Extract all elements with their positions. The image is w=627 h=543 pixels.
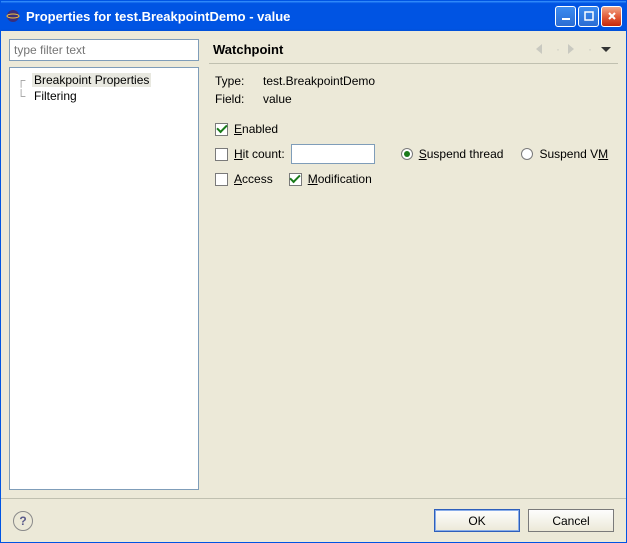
hitcount-label: Hit count: — [234, 147, 285, 161]
tree-item-filtering[interactable]: └ Filtering — [12, 88, 196, 104]
window-controls — [555, 6, 622, 27]
dot-separator: · — [588, 42, 592, 56]
cancel-button[interactable]: Cancel — [528, 509, 614, 532]
section-header: Watchpoint · · — [209, 39, 618, 64]
field-label: Field: — [215, 92, 257, 106]
back-icon[interactable] — [534, 41, 550, 57]
hitcount-checkbox[interactable] — [215, 148, 228, 161]
suspend-thread-radio[interactable] — [401, 148, 413, 160]
window-title: Properties for test.BreakpointDemo - val… — [26, 9, 555, 24]
button-bar: ? OK Cancel — [1, 498, 626, 542]
watchpoint-info: Type: test.BreakpointDemo Field: value — [209, 64, 618, 116]
filter-input[interactable] — [9, 39, 199, 61]
ok-button[interactable]: OK — [434, 509, 520, 532]
access-row: Access Modification — [215, 172, 612, 186]
minimize-button[interactable] — [555, 6, 576, 27]
tree-branch-icon: └ — [14, 89, 28, 103]
type-row: Type: test.BreakpointDemo — [215, 74, 612, 88]
suspend-thread-label: Suspend thread — [419, 147, 504, 161]
access-label: Access — [234, 172, 273, 186]
hitcount-row: Hit count: Suspend thread Suspend VM — [215, 144, 612, 164]
access-checkbox[interactable] — [215, 173, 228, 186]
titlebar[interactable]: Properties for test.BreakpointDemo - val… — [1, 1, 626, 31]
eclipse-icon — [5, 8, 21, 24]
suspend-vm-label: Suspend VM — [539, 147, 608, 161]
content-pane: Watchpoint · · Type: test.BreakpointDemo — [199, 39, 618, 490]
modification-checkbox[interactable] — [289, 173, 302, 186]
type-label: Type: — [215, 74, 257, 88]
enabled-row: Enabled — [215, 122, 612, 136]
forward-icon[interactable] — [566, 41, 582, 57]
menu-dropdown-icon[interactable] — [598, 41, 614, 57]
tree-branch-icon: ┌ — [14, 73, 28, 87]
field-value: value — [263, 92, 292, 106]
navigation-pane: ┌ Breakpoint Properties └ Filtering — [9, 39, 199, 490]
client-area: ┌ Breakpoint Properties └ Filtering Watc… — [1, 31, 626, 542]
watchpoint-form: Enabled Hit count: Suspend thread Suspen… — [209, 116, 618, 192]
field-row: Field: value — [215, 92, 612, 106]
type-value: test.BreakpointDemo — [263, 74, 375, 88]
tree-item-breakpoint-properties[interactable]: ┌ Breakpoint Properties — [12, 72, 196, 88]
enabled-checkbox[interactable] — [215, 123, 228, 136]
properties-dialog: Properties for test.BreakpointDemo - val… — [0, 0, 627, 543]
main-area: ┌ Breakpoint Properties └ Filtering Watc… — [1, 31, 626, 498]
suspend-vm-radio[interactable] — [521, 148, 533, 160]
history-nav: · · — [534, 41, 614, 57]
dot-separator: · — [556, 42, 560, 56]
close-button[interactable] — [601, 6, 622, 27]
category-tree[interactable]: ┌ Breakpoint Properties └ Filtering — [9, 67, 199, 490]
help-icon[interactable]: ? — [13, 511, 33, 531]
tree-item-label: Filtering — [32, 89, 79, 103]
section-title: Watchpoint — [213, 42, 534, 57]
enabled-label: Enabled — [234, 122, 278, 136]
maximize-button[interactable] — [578, 6, 599, 27]
tree-item-label: Breakpoint Properties — [32, 73, 151, 87]
modification-label: Modification — [308, 172, 372, 186]
hitcount-field[interactable] — [291, 144, 375, 164]
